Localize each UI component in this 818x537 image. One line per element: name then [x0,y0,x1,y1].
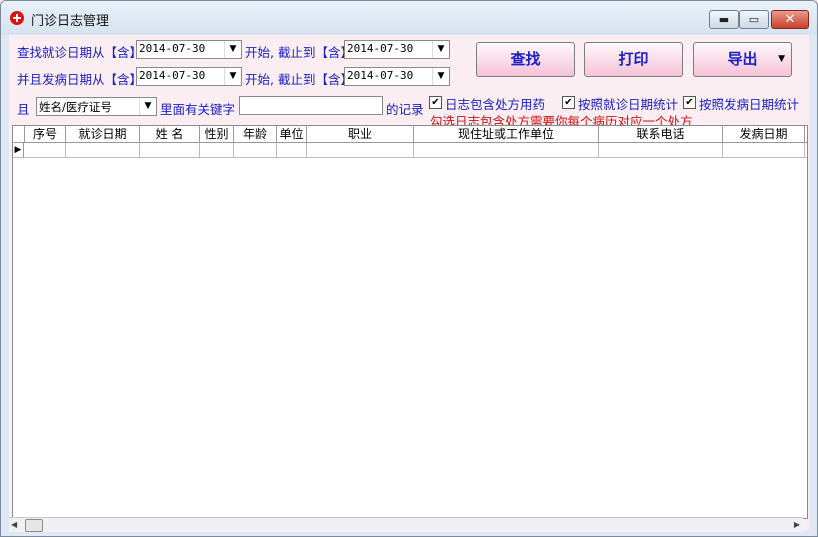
export-button-label: 导出 [727,50,758,68]
row-header-corner [13,126,25,142]
chevron-down-icon[interactable]: ▼ [224,68,241,85]
table-cell[interactable] [66,143,140,157]
print-button[interactable]: 打印 [584,42,683,77]
table-row[interactable] [13,143,807,158]
scroll-right-icon[interactable]: ▶ [794,518,800,532]
table-cell[interactable] [307,143,414,157]
print-button-label: 打印 [618,50,649,68]
table-header: 序号 就诊日期 姓 名 性别 年龄 单位 职业 现住址或工作单位 联系电话 发病… [13,126,807,143]
table-cell[interactable] [200,143,234,157]
search-field-value: 姓名/医疗证号 [39,100,112,114]
column-header-index[interactable]: 序号 [25,126,66,142]
chevron-down-icon[interactable]: ▼ [432,41,449,58]
scroll-left-icon[interactable]: ◀ [11,518,17,532]
column-header-visit-date[interactable]: 就诊日期 [66,126,140,142]
minimize-icon: ▬ [718,13,730,26]
include-rx-checkbox[interactable]: ✔ [429,96,442,109]
table-cell[interactable] [234,143,277,157]
onset-date-from-value: 2014-07-30 [139,69,206,82]
export-button[interactable]: 导出 ▼ [693,42,792,77]
app-red-cross-icon [10,11,24,25]
table-cell[interactable] [277,143,307,157]
table-cell[interactable] [24,143,66,157]
window-title: 门诊日志管理 [31,14,110,29]
visit-date-from-picker[interactable]: 2014-07-30 ▼ [136,40,242,59]
search-button-label: 查找 [510,50,541,68]
keyword-input[interactable] [239,96,383,115]
close-button[interactable]: ✕ [771,10,809,29]
title-bar: 门诊日志管理 ▬ ▭ ✕ [1,1,817,35]
and-label: 且 [17,102,30,117]
table-cell[interactable] [414,143,599,157]
visit-date-to-value: 2014-07-30 [347,42,414,55]
window: 门诊日志管理 ▬ ▭ ✕ 查找就诊日期从【含】 2014-07-30 ▼ 开始,… [0,0,818,537]
table-cell[interactable] [723,143,805,157]
visit-date-from-label: 查找就诊日期从【含】 [17,45,143,60]
column-header-phone[interactable]: 联系电话 [599,126,723,142]
records-suffix-label: 的记录 [386,102,424,117]
chevron-down-icon[interactable]: ▼ [224,41,241,58]
chevron-down-icon: ▼ [778,54,785,64]
records-table[interactable]: 序号 就诊日期 姓 名 性别 年龄 单位 职业 现住址或工作单位 联系电话 发病… [12,125,808,519]
keyword-label: 里面有关键字 [160,102,236,117]
column-header-name[interactable]: 姓 名 [140,126,200,142]
column-header-address[interactable]: 现住址或工作单位 [414,126,599,142]
search-button[interactable]: 查找 [476,42,575,77]
maximize-icon: ▭ [748,13,760,26]
chevron-down-icon[interactable]: ▼ [139,98,156,115]
horizontal-scrollbar[interactable]: ◀ ▶ [9,517,803,532]
maximize-button[interactable]: ▭ [739,10,769,29]
onset-date-from-picker[interactable]: 2014-07-30 ▼ [136,67,242,86]
table-cell[interactable] [140,143,200,157]
close-icon: ✕ [784,12,796,27]
onset-date-from-label: 并且发病日期从【含】 [17,72,143,87]
onset-date-to-value: 2014-07-30 [347,69,414,82]
scrollbar-thumb[interactable] [25,519,43,532]
by-onset-date-label: 按照发病日期统计 [699,97,800,112]
column-header-unit[interactable]: 单位 [277,126,307,142]
chevron-down-icon[interactable]: ▼ [432,68,449,85]
onset-date-to-label: 开始, 截止到【含】 [245,72,353,87]
main-panel: 查找就诊日期从【含】 2014-07-30 ▼ 开始, 截止到【含】 2014-… [9,35,809,532]
table-cell[interactable] [599,143,723,157]
onset-date-to-picker[interactable]: 2014-07-30 ▼ [344,67,450,86]
column-header-gender[interactable]: 性别 [200,126,234,142]
minimize-button[interactable]: ▬ [709,10,739,29]
column-header-age[interactable]: 年龄 [234,126,277,142]
visit-date-from-value: 2014-07-30 [139,42,206,55]
by-visit-date-checkbox[interactable]: ✔ [562,96,575,109]
column-header-onset-date[interactable]: 发病日期 [723,126,805,142]
visit-date-to-label: 开始, 截止到【含】 [245,45,353,60]
column-header-occupation[interactable]: 职业 [307,126,414,142]
search-field-select[interactable]: 姓名/医疗证号 ▼ [36,97,157,116]
by-onset-date-checkbox[interactable]: ✔ [683,96,696,109]
visit-date-to-picker[interactable]: 2014-07-30 ▼ [344,40,450,59]
